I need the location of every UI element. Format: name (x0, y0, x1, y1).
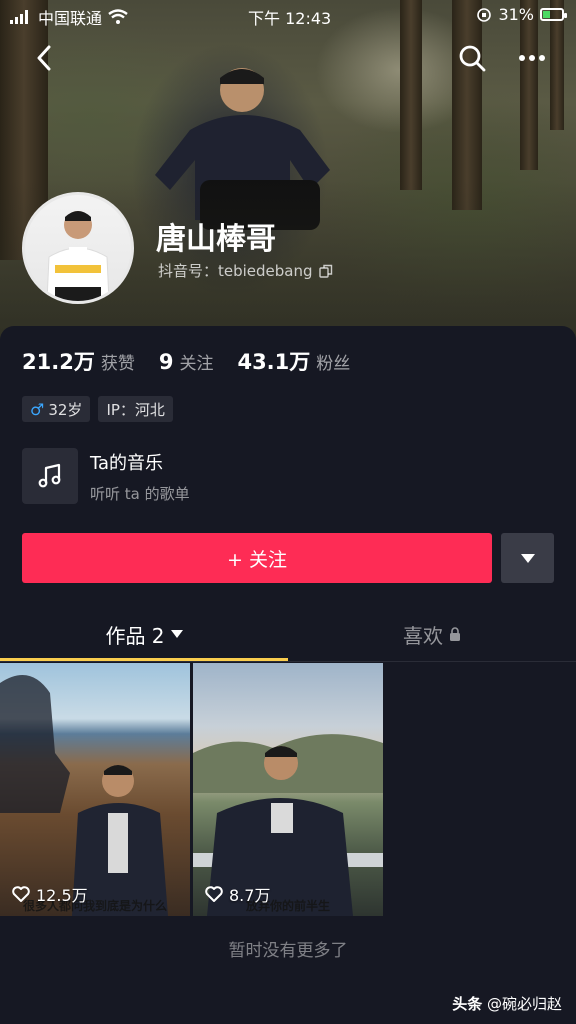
chevron-left-icon (37, 45, 51, 71)
status-bar: 中国联通 下午 12:43 31% (0, 0, 576, 30)
ip-text: IP：河北 (106, 400, 165, 419)
heart-icon (12, 886, 30, 902)
carrier-name: 中国联通 (38, 9, 103, 28)
battery-icon (540, 8, 567, 21)
profile-stats: 21.2万 获赞 9 关注 43.1万 粉丝 (22, 346, 374, 376)
video-likes: 8.7万 (205, 882, 270, 906)
video-likes-count: 12.5万 (36, 886, 88, 905)
battery-percent: 31% (498, 5, 534, 24)
stat-following-number: 9 (158, 350, 174, 374)
search-icon (459, 45, 486, 72)
male-icon: ♂ (30, 399, 45, 419)
tab-likes[interactable]: 喜欢 (288, 610, 576, 658)
more-button[interactable] (514, 44, 550, 72)
caret-down-icon (170, 630, 183, 638)
music-box (22, 448, 78, 504)
back-button[interactable] (30, 44, 58, 72)
stat-followers-label: 粉丝 (316, 354, 351, 374)
status-time: 下午 12:43 (248, 9, 332, 28)
age-tag: ♂ 32岁 (22, 396, 91, 422)
stat-following[interactable]: 9 关注 (159, 349, 214, 374)
tab-divider (0, 661, 576, 662)
caret-down-icon (520, 553, 535, 563)
video-likes-count: 8.7万 (229, 886, 271, 905)
profile-id[interactable]: 抖音号：tebiedebang (158, 260, 333, 281)
copy-icon[interactable] (318, 264, 333, 278)
heart-icon (205, 886, 223, 902)
stat-likes-label: 获赞 (100, 354, 135, 374)
video-2-figure (193, 734, 383, 916)
video-1-figure (0, 675, 168, 916)
tab-works[interactable]: 作品 2 (0, 610, 288, 658)
tab-likes-label: 喜欢 (403, 623, 443, 648)
age-text: 32岁 (48, 400, 83, 419)
ip-tag: IP：河北 (98, 396, 173, 422)
profile-tags: ♂ 32岁 IP：河北 (22, 396, 173, 422)
music-entry[interactable]: Ta的音乐 听听 ta 的歌单 (22, 448, 190, 504)
video-thumbnail[interactable]: 放弃你的前半生 8.7万 (193, 663, 383, 916)
stat-likes-number: 21.2万 (22, 350, 95, 374)
stat-likes[interactable]: 21.2万 获赞 (22, 346, 135, 376)
video-likes: 12.5万 (12, 882, 88, 906)
follow-button[interactable]: + 关注 (22, 533, 492, 583)
watermark-user: @碗必归赵 (486, 995, 562, 1013)
watermark: 头条 @碗必归赵 (452, 993, 562, 1014)
lock-icon (450, 627, 460, 641)
avatar[interactable] (22, 192, 134, 304)
signal-icon (10, 10, 28, 24)
music-title: Ta的音乐 (90, 452, 164, 474)
search-button[interactable] (456, 42, 488, 74)
wifi-icon (108, 9, 128, 24)
tab-works-label: 作品 2 (105, 623, 165, 648)
avatar-figure (46, 211, 110, 301)
music-subtitle: 听听 ta 的歌单 (90, 484, 190, 503)
music-note-icon (38, 463, 61, 488)
watermark-brand: 头条 (452, 995, 483, 1013)
profile-name: 唐山棒哥 (156, 222, 276, 257)
video-thumbnail[interactable]: 很多人都问我到底是为什么 12.5万 (0, 663, 190, 916)
stat-followers-number: 43.1万 (237, 350, 311, 374)
profile-id-text: 抖音号：tebiedebang (158, 262, 313, 280)
profile-tabs: 作品 2 喜欢 (0, 610, 576, 662)
orientation-lock-icon (477, 7, 492, 22)
follow-options-button[interactable] (501, 533, 554, 583)
stat-followers[interactable]: 43.1万 粉丝 (237, 346, 350, 376)
no-more-text: 暂时没有更多了 (228, 941, 348, 961)
more-horizontal-icon (519, 55, 545, 61)
stat-following-label: 关注 (179, 354, 214, 374)
